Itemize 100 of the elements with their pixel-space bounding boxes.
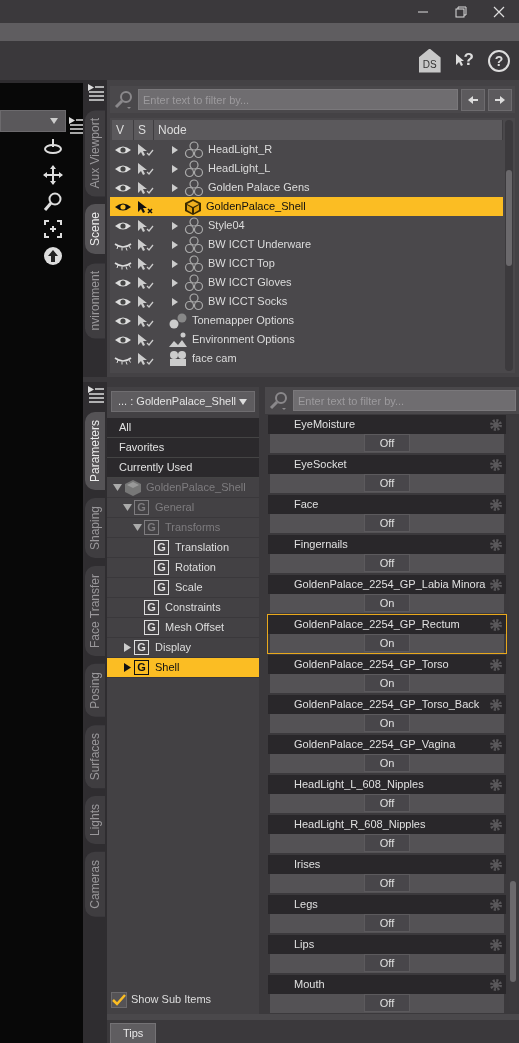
checkbox[interactable] — [111, 992, 127, 1008]
whats-this-button[interactable]: ? — [454, 50, 474, 71]
tree-item[interactable]: G Constraints — [107, 598, 259, 618]
toggle-button[interactable]: On — [364, 594, 410, 612]
expand-arrow-icon[interactable] — [170, 183, 179, 192]
tree-item[interactable]: G Translation — [107, 538, 259, 558]
tree-row[interactable]: Golden Palace Gens — [110, 178, 503, 197]
tree-row[interactable]: HeadLight_R — [110, 140, 503, 159]
node-name: Style04 — [208, 218, 245, 233]
panel-tab[interactable]: nvironment — [85, 262, 105, 338]
filter-item[interactable]: Favorites — [107, 438, 259, 458]
property-name: Irises — [294, 857, 321, 872]
restore-icon[interactable] — [455, 5, 467, 18]
tree-row[interactable]: face cam — [110, 349, 503, 368]
column-header[interactable]: V — [112, 120, 134, 140]
expand-arrow-icon[interactable] — [170, 278, 179, 287]
property-name: GoldenPalace_2254_GP_Rectum — [294, 617, 460, 632]
panel-tab[interactable]: Shaping — [85, 498, 105, 559]
collapse-arrow-icon[interactable] — [113, 483, 122, 492]
frame-icon[interactable] — [43, 219, 63, 239]
back-button[interactable] — [461, 88, 485, 111]
panel-tab[interactable]: Cameras — [85, 852, 105, 917]
toggle-button[interactable]: Off — [364, 914, 410, 932]
toggle-button[interactable]: Off — [364, 514, 410, 532]
cursor-check-icon[interactable] — [136, 218, 154, 233]
tree-row[interactable]: Style04 — [110, 216, 503, 235]
tree-item[interactable]: G Mesh Offset — [107, 618, 259, 638]
expand-arrow-icon[interactable] — [170, 297, 179, 306]
panel-tab[interactable]: Posing — [85, 664, 105, 717]
help-button[interactable]: ? — [488, 49, 510, 72]
tree-row[interactable]: BW ICCT Top — [110, 254, 503, 273]
cursor-check-icon[interactable] — [136, 351, 154, 366]
panel-tab[interactable]: Aux Viewport — [85, 110, 105, 197]
expand-arrow-icon[interactable] — [170, 221, 179, 230]
property-name: EyeMoisture — [294, 417, 356, 432]
tree-row[interactable]: BW ICCT Underware — [110, 235, 503, 254]
toggle-button[interactable]: Off — [364, 834, 410, 852]
cursor-check-icon[interactable] — [136, 256, 154, 271]
toggle-button[interactable]: On — [364, 674, 410, 692]
collapse-arrow-icon[interactable] — [133, 523, 142, 532]
scrollbar[interactable] — [505, 120, 513, 371]
panel-menu-icon[interactable] — [85, 385, 105, 404]
tree-row[interactable]: GoldenPalace_Shell — [110, 197, 503, 216]
cursor-cross-icon[interactable] — [136, 199, 154, 214]
property-name: Mouth — [294, 977, 325, 992]
cursor-check-icon[interactable] — [136, 142, 154, 157]
panel-tab[interactable]: Face Transfer — [85, 566, 105, 657]
expand-arrow-icon[interactable] — [170, 240, 179, 249]
tree-row[interactable]: Environment Options — [110, 330, 503, 349]
tree-item[interactable]: G Scale — [107, 578, 259, 598]
toggle-button[interactable]: Off — [364, 474, 410, 492]
home-button[interactable]: DS — [418, 48, 441, 73]
zoom-icon[interactable] — [43, 192, 63, 212]
node-name: HeadLight_R — [208, 142, 273, 157]
expand-arrow-icon[interactable] — [170, 145, 179, 154]
column-header[interactable]: Node — [154, 120, 503, 140]
panel-menu-icon[interactable] — [85, 83, 105, 102]
filter-item[interactable]: Currently Used — [107, 458, 259, 478]
close-icon[interactable] — [493, 5, 505, 18]
expand-arrow-icon[interactable] — [170, 259, 179, 268]
tree-label: GoldenPalace_Shell — [146, 480, 246, 495]
toggle-button[interactable]: Off — [364, 954, 410, 972]
toggle-button[interactable]: On — [364, 714, 410, 732]
cursor-check-icon[interactable] — [136, 313, 154, 328]
expand-arrow-icon[interactable] — [170, 164, 179, 173]
cursor-check-icon[interactable] — [136, 294, 154, 309]
toggle-button[interactable]: Off — [364, 434, 410, 452]
toggle-button[interactable]: On — [364, 634, 410, 652]
panel-menu-icon[interactable] — [67, 116, 83, 135]
cursor-check-icon[interactable] — [136, 161, 154, 176]
cursor-check-icon[interactable] — [136, 180, 154, 195]
tips-tab[interactable]: Tips — [110, 1023, 157, 1043]
cursor-check-icon[interactable] — [136, 332, 154, 347]
node-dropdown[interactable]: ... : GoldenPalace_Shell — [111, 391, 255, 412]
expand-arrow-icon[interactable] — [123, 643, 132, 652]
panel-tab[interactable]: Parameters — [85, 412, 105, 491]
collapse-arrow-icon[interactable] — [123, 503, 132, 512]
panel-tab[interactable]: Lights — [85, 796, 105, 845]
tree-row[interactable]: BW ICCT Socks — [110, 292, 503, 311]
filter-item[interactable]: All — [107, 418, 259, 438]
panel-tab[interactable]: Scene — [85, 204, 105, 255]
toggle-button[interactable]: On — [364, 754, 410, 772]
tree-label: Constraints — [165, 600, 221, 615]
tree-row[interactable]: HeadLight_L — [110, 159, 503, 178]
forward-button[interactable] — [488, 88, 512, 111]
tree-item[interactable]: G Rotation — [107, 558, 259, 578]
toggle-button[interactable]: Off — [364, 874, 410, 892]
tree-item[interactable]: G Shell — [107, 658, 259, 678]
move-icon[interactable] — [43, 165, 63, 185]
expand-arrow-icon[interactable] — [123, 663, 132, 672]
toggle-button[interactable]: Off — [364, 794, 410, 812]
toggle-button[interactable]: Off — [364, 994, 410, 1012]
circles-icon — [184, 216, 204, 235]
tree-row[interactable]: BW ICCT Gloves — [110, 273, 503, 292]
tree-row[interactable]: Tonemapper Options — [110, 311, 503, 330]
cursor-check-icon[interactable] — [136, 237, 154, 252]
toggle-button[interactable]: Off — [364, 554, 410, 572]
panel-tab[interactable]: Surfaces — [85, 724, 105, 789]
cursor-check-icon[interactable] — [136, 275, 154, 290]
column-header[interactable]: S — [134, 120, 154, 140]
